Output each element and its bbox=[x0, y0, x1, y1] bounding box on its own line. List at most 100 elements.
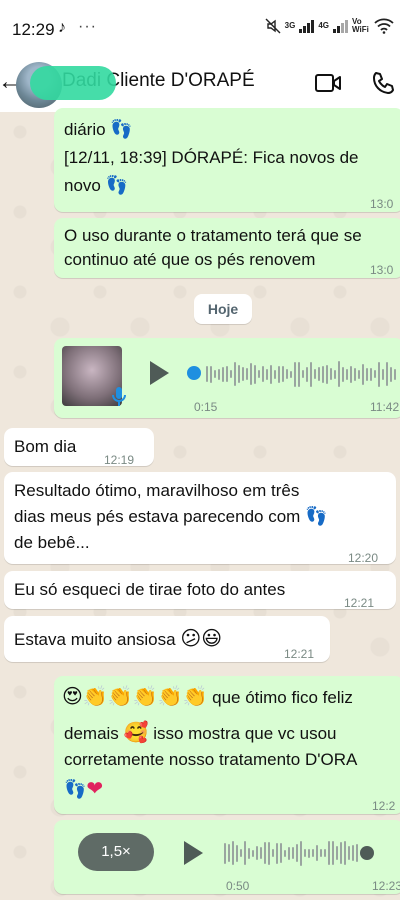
waveform-bar bbox=[256, 846, 258, 860]
message-text: dias meus pés estava parecendo com bbox=[14, 507, 301, 526]
redaction-scribble bbox=[30, 66, 116, 100]
message-text: corretamente nosso tratamento D'ORA bbox=[64, 750, 358, 769]
waveform-bar bbox=[390, 366, 392, 382]
waveform-bar bbox=[314, 369, 316, 379]
message-outgoing-2[interactable]: O uso durante o tratamento terá que se c… bbox=[54, 218, 400, 278]
message-outgoing-3[interactable]: 😍👏👏👏👏👏 que ótimo fico feliz demais 🥰 iss… bbox=[54, 676, 400, 814]
waveform-bar bbox=[238, 365, 240, 383]
waveform-bar bbox=[322, 365, 324, 383]
waveform-bar bbox=[354, 367, 356, 381]
message-time: 12:21 bbox=[344, 596, 375, 610]
playback-progress-dot[interactable] bbox=[187, 366, 201, 380]
network-4g-label: 4G bbox=[318, 21, 329, 30]
network-3g-label: 3G bbox=[284, 21, 296, 30]
more-notifications-icon: ··· bbox=[78, 18, 97, 35]
clock: 12:29 bbox=[12, 20, 55, 39]
waveform-bar bbox=[262, 366, 264, 382]
waveform-bar bbox=[378, 361, 380, 387]
feet-emoji-icon: 👣 bbox=[64, 779, 87, 800]
waveform-bar bbox=[252, 849, 254, 857]
waveform-bar bbox=[280, 843, 282, 863]
status-icons: 3G 4G Vo WiFi bbox=[265, 18, 394, 34]
clapping-hands-emoji-icon: 👏👏👏👏👏 bbox=[82, 684, 208, 708]
heart-eyes-emoji-icon: 😍 bbox=[62, 684, 83, 708]
waveform-bar bbox=[352, 845, 354, 861]
red-heart-emoji-icon: ❤ bbox=[86, 776, 104, 800]
message-incoming-2[interactable]: Resultado ótimo, maravilhoso em três dia… bbox=[4, 472, 396, 565]
waveform-bar bbox=[302, 370, 304, 378]
waveform-bar bbox=[282, 366, 284, 382]
waveform-bar bbox=[276, 842, 278, 864]
message-text: [12/11, 18:39] DÓRAPÉ: Fica novos de bbox=[64, 148, 359, 167]
waveform-bar bbox=[374, 370, 376, 378]
message-text: de bebê... bbox=[14, 533, 90, 552]
waveform-bar bbox=[232, 841, 234, 865]
waveform-bar bbox=[304, 849, 306, 857]
status-bar: 12:29 ♪ ··· 3G 4G Vo WiFi bbox=[0, 0, 400, 58]
waveform-bar bbox=[274, 369, 276, 379]
signal-bars-icon-2 bbox=[333, 19, 348, 33]
message-text: continuo até que os pés renovem bbox=[64, 250, 316, 269]
message-outgoing-1[interactable]: diário 👣 [12/11, 18:39] DÓRAPÉ: Fica nov… bbox=[54, 108, 400, 212]
waveform-bar bbox=[382, 368, 384, 380]
message-text: demais bbox=[64, 724, 119, 743]
waveform-bar bbox=[358, 369, 360, 379]
waveform-bar bbox=[320, 849, 322, 857]
waveform-bar bbox=[226, 366, 228, 382]
vowifi-label: Vo WiFi bbox=[352, 17, 369, 34]
waveform-bar bbox=[206, 366, 208, 382]
voice-message-outgoing[interactable]: 0:15 11:42 bbox=[54, 338, 400, 418]
waveform-bar bbox=[244, 841, 246, 865]
message-text: O uso durante o tratamento terá que se bbox=[64, 226, 362, 245]
waveform-bar bbox=[342, 366, 344, 382]
message-incoming-4[interactable]: Estava muito ansiosa 😕😃 12:21 bbox=[4, 616, 330, 662]
waveform-bar bbox=[308, 848, 310, 858]
waveform-bar bbox=[266, 368, 268, 380]
waveform-bar bbox=[366, 367, 368, 381]
waveform-bar bbox=[362, 363, 364, 385]
voice-waveform[interactable] bbox=[224, 839, 358, 867]
play-icon[interactable] bbox=[148, 360, 170, 386]
waveform-bar bbox=[316, 845, 318, 861]
waveform-bar bbox=[272, 849, 274, 857]
waveform-bar bbox=[284, 849, 286, 857]
waveform-bar bbox=[336, 846, 338, 860]
waveform-bar bbox=[228, 844, 230, 862]
waveform-bar bbox=[346, 368, 348, 380]
message-text: diário bbox=[64, 120, 106, 139]
waveform-bar bbox=[264, 842, 266, 864]
waveform-bar bbox=[394, 368, 396, 380]
playback-progress-dot[interactable] bbox=[360, 846, 374, 860]
waveform-bar bbox=[214, 370, 216, 378]
waveform-bar bbox=[224, 842, 226, 864]
waveform-bar bbox=[318, 367, 320, 381]
waveform-bar bbox=[344, 841, 346, 865]
smiling-hearts-emoji-icon: 🥰 bbox=[123, 720, 149, 744]
play-icon[interactable] bbox=[182, 840, 204, 866]
tiktok-icon: ♪ bbox=[58, 19, 66, 36]
phone-call-icon[interactable] bbox=[370, 70, 396, 96]
waveform-bar bbox=[334, 369, 336, 379]
waveform-bar bbox=[246, 368, 248, 380]
playback-speed-button[interactable]: 1,5× bbox=[78, 833, 154, 871]
voice-waveform[interactable] bbox=[206, 360, 396, 388]
feet-emoji-icon: 👣 bbox=[105, 175, 129, 196]
waveform-bar bbox=[230, 370, 232, 378]
waveform-bar bbox=[324, 849, 326, 857]
waveform-bar bbox=[248, 847, 250, 859]
waveform-bar bbox=[312, 849, 314, 857]
waveform-bar bbox=[236, 844, 238, 862]
date-divider: Hoje bbox=[194, 294, 252, 324]
waveform-bar bbox=[294, 361, 296, 387]
waveform-bar bbox=[242, 367, 244, 381]
message-text: que ótimo fico feliz bbox=[212, 688, 353, 707]
message-incoming-3[interactable]: Eu só esqueci de tirae foto do antes 12:… bbox=[4, 571, 396, 610]
voice-message-outgoing-2[interactable]: 1,5× 0:50 12:23 bbox=[54, 820, 400, 894]
feet-emoji-icon: 👣 bbox=[110, 119, 133, 140]
waveform-bar bbox=[270, 364, 272, 384]
message-incoming-1[interactable]: Bom dia 12:19 bbox=[4, 428, 154, 467]
message-text: Estava muito ansiosa bbox=[14, 630, 176, 649]
waveform-bar bbox=[234, 362, 236, 386]
video-call-icon[interactable] bbox=[314, 72, 342, 94]
message-time: 12:21 bbox=[284, 647, 315, 661]
